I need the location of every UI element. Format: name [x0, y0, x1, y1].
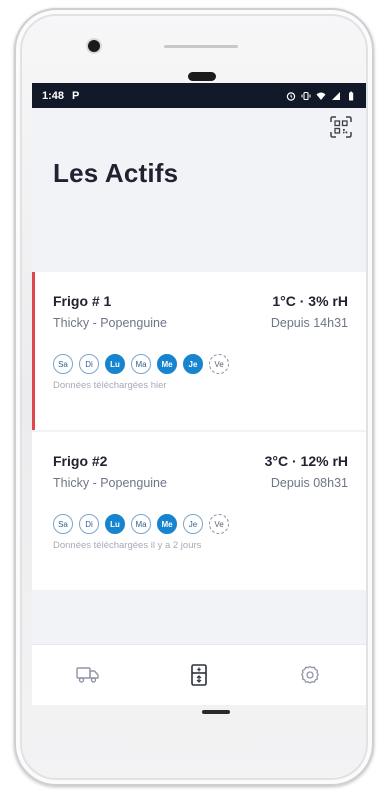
day-badge-di: Di [79, 514, 99, 534]
fridge-icon [191, 664, 207, 686]
settings-gear-icon [301, 665, 320, 684]
asset-reading: 1°C · 3% rH [272, 293, 348, 309]
asset-name: Frigo #2 [53, 453, 108, 469]
tab-assets[interactable] [169, 653, 229, 697]
tab-deliveries[interactable] [58, 653, 118, 697]
signal-icon [332, 91, 340, 100]
download-note: Données téléchargées il y a 2 jours [53, 540, 202, 551]
day-badge-ve: Ve [209, 354, 229, 374]
day-history: Sa Di Lu Ma Me Je Ve [53, 514, 348, 534]
asset-location: Thicky - Popenguine [53, 476, 167, 490]
bottom-navigation [32, 644, 366, 705]
status-bar: 1:48 P [32, 83, 366, 108]
day-badge-je: Je [183, 514, 203, 534]
app-header: Les Actifs [32, 108, 366, 248]
app-notification-icon: P [72, 89, 80, 102]
asset-name: Frigo # 1 [53, 293, 112, 309]
alarm-icon [286, 91, 296, 101]
day-badge-sa: Sa [53, 354, 73, 374]
vibrate-icon [301, 91, 311, 100]
download-note: Données téléchargées hier [53, 380, 167, 391]
status-time: 1:48 [42, 89, 65, 102]
tab-settings[interactable] [280, 653, 340, 697]
day-badge-di: Di [79, 354, 99, 374]
asset-card[interactable]: Frigo # 1 1°C · 3% rH Thicky - Popenguin… [32, 272, 366, 430]
asset-location: Thicky - Popenguine [53, 316, 167, 330]
day-badge-me: Me [157, 514, 177, 534]
qr-scan-icon [330, 116, 352, 138]
wifi-icon [316, 92, 326, 100]
day-badge-je: Je [183, 354, 203, 374]
asset-since: Depuis 08h31 [270, 476, 348, 490]
speaker-grille [164, 45, 238, 48]
battery-icon [349, 91, 354, 100]
day-badge-ve: Ve [209, 514, 229, 534]
page-title: Les Actifs [53, 158, 179, 188]
qr-scan-button[interactable] [328, 114, 354, 140]
day-badge-sa: Sa [53, 514, 73, 534]
asset-reading: 3°C · 12% rH [264, 453, 348, 469]
earpiece [188, 72, 216, 81]
day-badge-me: Me [157, 354, 177, 374]
day-badge-ma: Ma [131, 514, 151, 534]
day-badge-ma: Ma [131, 354, 151, 374]
day-history: Sa Di Lu Ma Me Je Ve [53, 354, 348, 374]
asset-since: Depuis 14h31 [270, 316, 348, 330]
truck-icon [75, 667, 99, 683]
day-badge-lu: Lu [105, 354, 125, 374]
day-badge-lu: Lu [105, 514, 125, 534]
app-screen: 1:48 P Les Actifs Frigo # 1 1°C · 3% rH … [32, 83, 366, 705]
home-indicator [202, 710, 230, 714]
asset-card[interactable]: Frigo #2 3°C · 12% rH Thicky - Popenguin… [32, 432, 366, 590]
front-camera [88, 40, 100, 52]
